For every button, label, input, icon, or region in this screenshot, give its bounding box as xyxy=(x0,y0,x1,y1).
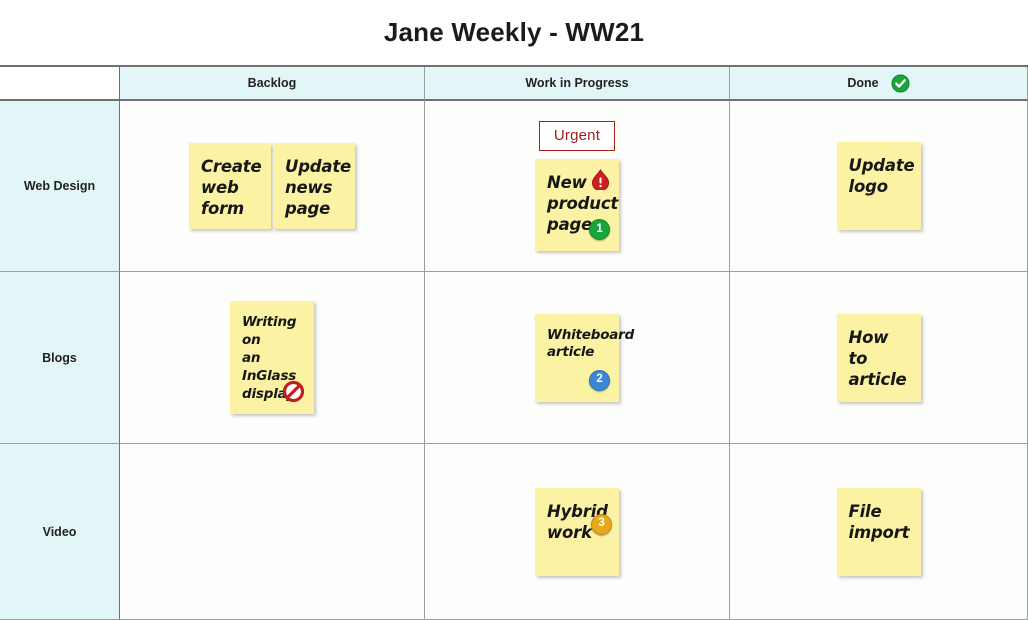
cell-web-design-done[interactable]: Update logo xyxy=(730,101,1028,272)
sticky-note-text: Create web form xyxy=(201,156,262,219)
sticky-note[interactable]: Update news page xyxy=(273,142,355,230)
row-header-blogs[interactable]: Blogs xyxy=(0,272,120,444)
sticky-note-text: File import xyxy=(848,501,910,542)
sticky-note[interactable]: Update logo xyxy=(836,142,921,230)
blocked-icon xyxy=(283,380,304,402)
note-group: Hybrid work 3 xyxy=(425,444,729,619)
sticky-note[interactable]: Whiteboard article 2 xyxy=(535,313,635,402)
note-group: Urgent New product page 1 xyxy=(425,101,729,271)
priority-badge-2: 2 xyxy=(589,369,610,391)
cell-video-done[interactable]: File import xyxy=(730,444,1028,620)
cell-video-backlog[interactable] xyxy=(120,444,425,620)
sticky-note-text: Update logo xyxy=(848,156,915,197)
cell-blogs-done[interactable]: How to article xyxy=(730,272,1028,444)
cell-blogs-work-in-progress[interactable]: Whiteboard article 2 xyxy=(425,272,730,444)
row-header-blogs-label: Blogs xyxy=(42,350,77,365)
note-group: Update logo xyxy=(730,101,1027,271)
note-group: File import xyxy=(730,444,1027,619)
sticky-note[interactable]: New product page 1 xyxy=(535,159,619,251)
note-group: How to article xyxy=(730,272,1027,443)
row-header-web-design-label: Web Design xyxy=(23,179,96,193)
page-title: Jane Weekly - WW21 xyxy=(383,17,645,47)
row-header-web-design[interactable]: Web Design xyxy=(0,101,120,272)
sticky-note-text: Update news page xyxy=(285,156,352,219)
sticky-note[interactable]: Writing on an InGlass display xyxy=(230,301,314,414)
board-grid: Backlog Work in Progress Done Web Design xyxy=(0,65,1028,620)
title-bar: Jane Weekly - WW21 xyxy=(0,0,1028,65)
column-header-done-label: Done xyxy=(847,76,879,90)
kanban-board: Jane Weekly - WW21 Backlog Work in Progr… xyxy=(0,0,1028,620)
priority-badge-3: 3 xyxy=(591,513,612,535)
priority-badge-1: 1 xyxy=(589,219,610,240)
urgent-label[interactable]: Urgent xyxy=(538,121,616,151)
column-header-work-in-progress[interactable]: Work in Progress xyxy=(425,67,730,101)
row-header-video[interactable]: Video xyxy=(0,444,120,620)
note-group: Create web form Update news page xyxy=(120,101,424,271)
sticky-note[interactable]: File import xyxy=(836,487,921,576)
sticky-note-text: How to article xyxy=(848,327,907,389)
cell-blogs-backlog[interactable]: Writing on an InGlass display xyxy=(120,272,425,444)
sticky-note[interactable]: Create web form xyxy=(189,142,271,230)
note-group: Writing on an InGlass display xyxy=(120,272,424,443)
row-header-video-label: Video xyxy=(42,524,77,539)
check-circle-icon xyxy=(891,73,910,93)
cell-web-design-work-in-progress[interactable]: Urgent New product page 1 xyxy=(425,101,730,272)
note-group: Whiteboard article 2 xyxy=(425,272,729,443)
grid-corner-header xyxy=(0,67,120,101)
column-header-backlog-label: Backlog xyxy=(247,76,297,90)
cell-web-design-backlog[interactable]: Create web form Update news page xyxy=(120,101,425,272)
column-header-work-in-progress-label: Work in Progress xyxy=(525,76,629,90)
column-header-backlog[interactable]: Backlog xyxy=(120,67,425,101)
column-header-done[interactable]: Done xyxy=(730,67,1028,101)
sticky-note[interactable]: How to article xyxy=(836,313,921,402)
sticky-note-text: Whiteboard article xyxy=(547,326,635,361)
sticky-note[interactable]: Hybrid work 3 xyxy=(535,487,619,576)
cell-video-work-in-progress[interactable]: Hybrid work 3 xyxy=(425,444,730,620)
alert-icon xyxy=(591,169,610,190)
